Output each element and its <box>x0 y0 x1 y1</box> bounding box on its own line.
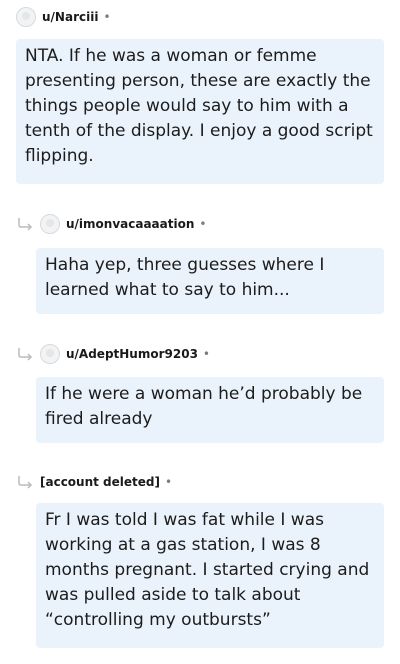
separator-dot: • <box>199 217 207 231</box>
username: [account deleted] <box>40 475 160 489</box>
comment-header: u/AdeptHumor9203 • <box>16 342 384 366</box>
comment-header: u/imonvacaaaation • <box>16 212 384 236</box>
comment-header: [account deleted] • <box>16 470 384 494</box>
username[interactable]: u/Narciii <box>42 10 98 24</box>
username[interactable]: u/imonvacaaaation <box>66 217 194 231</box>
comment-reply: u/AdeptHumor9203 • <box>16 342 384 366</box>
comment-text: NTA. If he was a woman or femme presenti… <box>25 46 373 166</box>
reply-arrow-icon <box>18 476 33 489</box>
comment-reply: u/imonvacaaaation • <box>16 212 384 236</box>
user-avatar-icon[interactable] <box>40 344 60 364</box>
comment-header: u/Narciii • <box>16 5 384 29</box>
user-avatar-icon[interactable] <box>16 7 36 27</box>
comment-reply: [account deleted] • <box>16 470 384 494</box>
username[interactable]: u/AdeptHumor9203 <box>66 347 198 361</box>
comment: u/Narciii • NTA. If he was a woman or fe… <box>16 5 384 184</box>
separator-dot: • <box>103 10 111 24</box>
comment-text: If he were a woman he’d probably be fire… <box>45 384 363 429</box>
comment-body: Haha yep, three guesses where I learned … <box>36 248 384 314</box>
comment-text: Haha yep, three guesses where I learned … <box>45 255 325 300</box>
comment-body: If he were a woman he’d probably be fire… <box>36 377 384 443</box>
comment-body: NTA. If he was a woman or femme presenti… <box>16 39 384 184</box>
user-avatar-icon[interactable] <box>40 214 60 234</box>
separator-dot: • <box>164 475 173 489</box>
reply-arrow-icon <box>18 218 33 231</box>
comment-body: Fr I was told I was fat while I was work… <box>36 503 384 648</box>
comment-text: Fr I was told I was fat while I was work… <box>45 510 370 630</box>
separator-dot: • <box>202 347 210 361</box>
reply-arrow-icon <box>18 348 33 361</box>
